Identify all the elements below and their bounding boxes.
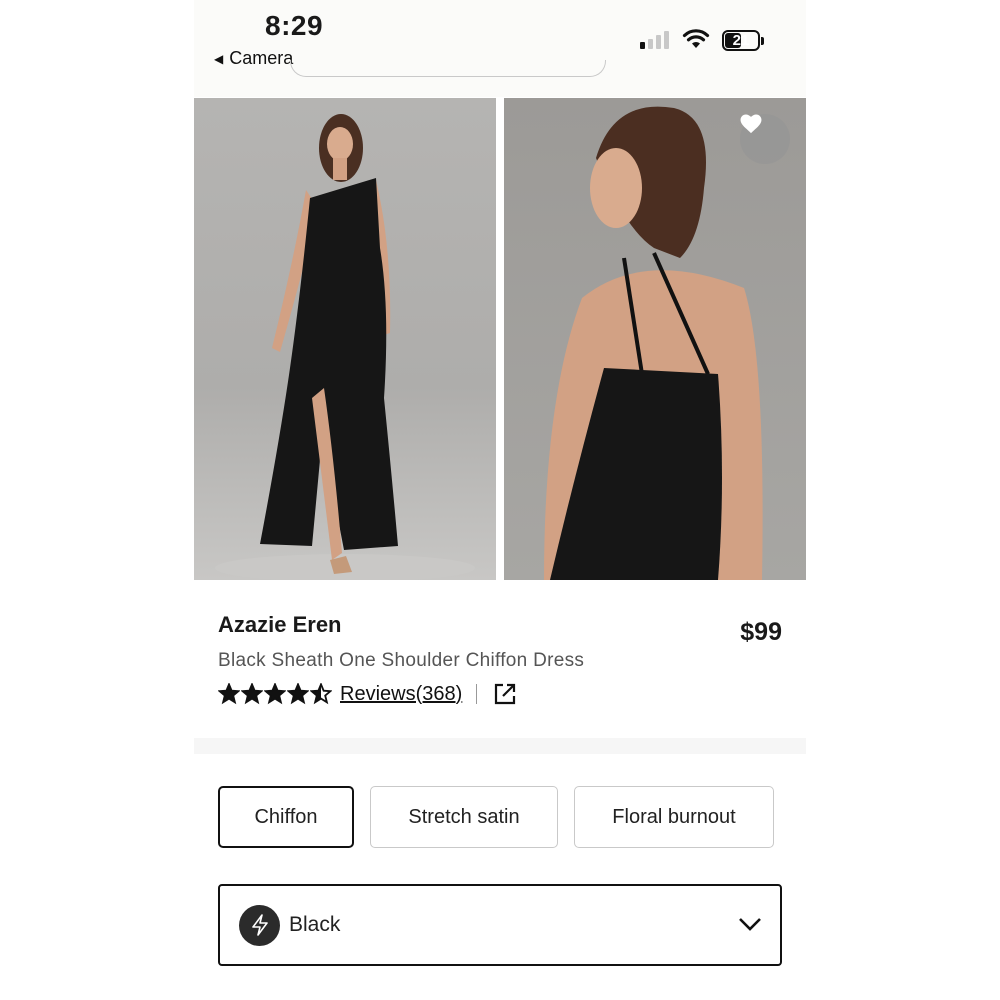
fabric-option-stretch-satin[interactable]: Stretch satin (370, 786, 558, 848)
reviews-link[interactable]: Reviews(368) (340, 683, 462, 706)
rating-row: Reviews(368) (218, 680, 517, 708)
wifi-icon (682, 29, 710, 48)
status-bar: 8:29 ◀ Camera 21 (194, 0, 806, 97)
fabric-option-floral-burnout[interactable]: Floral burnout (574, 786, 774, 848)
star-icon (241, 683, 263, 705)
product-page: 8:29 ◀ Camera 21 Azazie Eren $99 Black S… (194, 0, 806, 1000)
color-swatch (239, 904, 280, 946)
battery-level: 21 (732, 32, 750, 49)
product-photo-front[interactable] (194, 98, 496, 580)
chevron-down-icon (739, 918, 761, 931)
star-icon (264, 683, 286, 705)
star-icon (218, 683, 240, 705)
back-to-camera-button[interactable]: ◀ Camera (214, 48, 293, 69)
divider (476, 684, 478, 704)
fabric-option-chiffon[interactable]: Chiffon (218, 786, 354, 848)
address-bar[interactable] (290, 60, 606, 77)
battery-tip (761, 37, 764, 45)
star-rating (218, 683, 332, 705)
product-photo-back[interactable] (504, 98, 806, 580)
lightning-icon (251, 914, 268, 936)
product-subtitle: Black Sheath One Shoulder Chiffon Dress (218, 650, 585, 671)
color-dropdown[interactable]: Black (218, 884, 782, 966)
star-icon (287, 683, 309, 705)
back-arrow-icon: ◀ (214, 51, 224, 66)
signal-icon (640, 31, 669, 49)
section-divider (194, 738, 806, 754)
product-price: $99 (740, 618, 782, 646)
color-value: Black (289, 913, 341, 936)
product-gallery (194, 98, 806, 580)
star-icon (310, 683, 332, 705)
back-label: Camera (229, 48, 294, 68)
heart-icon (740, 114, 762, 134)
battery-icon: 21 (722, 30, 760, 51)
product-brand: Azazie Eren (218, 612, 342, 637)
external-link-icon (495, 683, 516, 705)
favorite-button[interactable] (740, 114, 790, 164)
share-button[interactable] (493, 682, 517, 706)
status-time: 8:29 (265, 10, 324, 41)
fabric-options: Chiffon Stretch satin Floral burnout (218, 786, 774, 848)
